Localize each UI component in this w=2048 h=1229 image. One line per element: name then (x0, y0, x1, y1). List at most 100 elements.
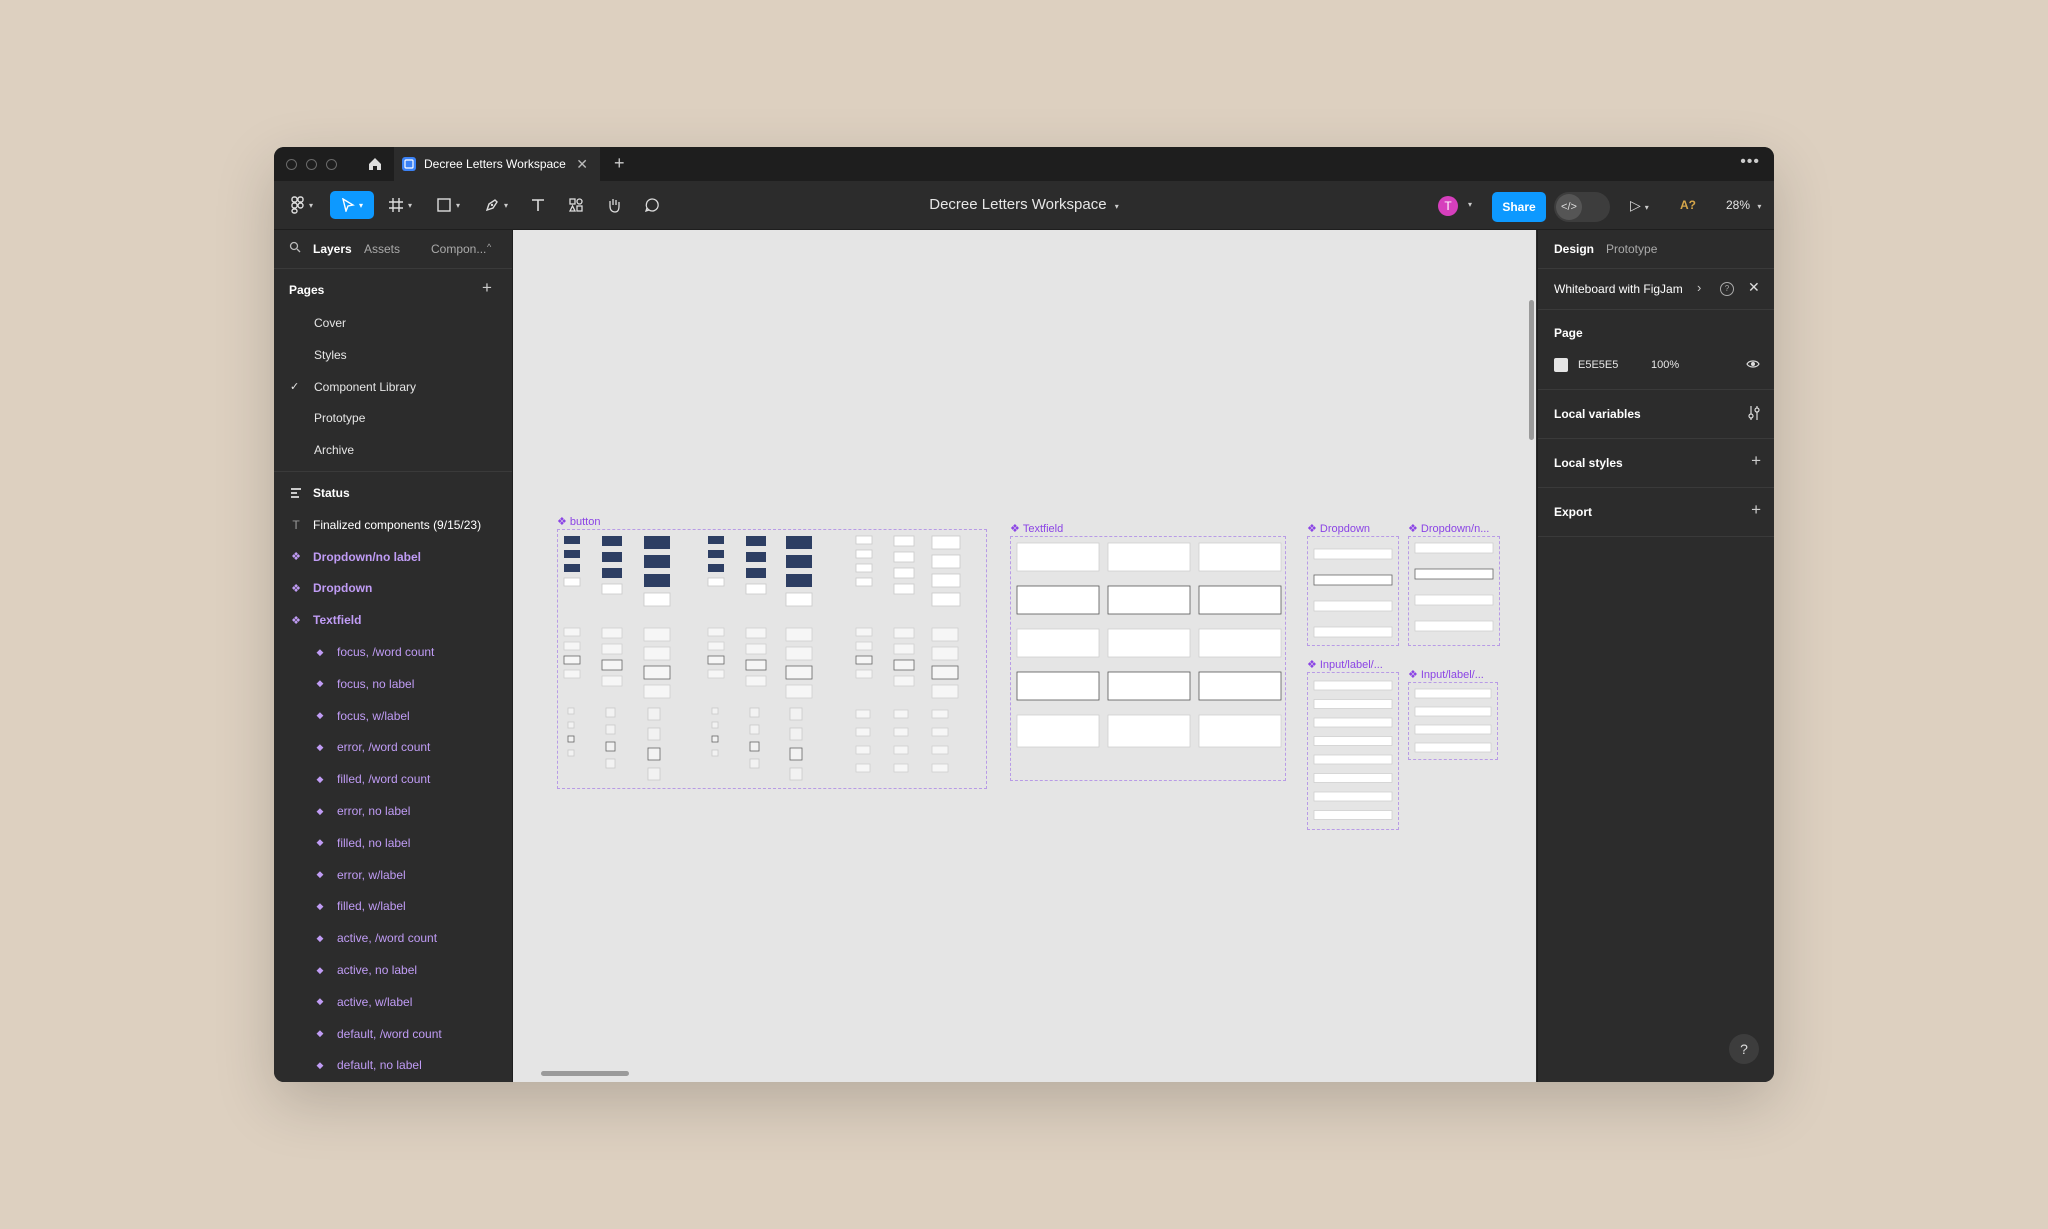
layer-item[interactable]: ❖ Dropdown/no label (274, 542, 512, 572)
button-thumbnail (745, 643, 767, 655)
button-thumbnail (707, 577, 725, 587)
frame-label-input-label-2[interactable]: ❖ Input/label/... (1408, 668, 1484, 682)
chevron-down-icon: ▾ (1114, 202, 1119, 211)
dev-mode-toggle[interactable]: </> (1554, 192, 1610, 222)
accessibility-check-button[interactable]: A? (1680, 198, 1696, 212)
share-button[interactable]: Share (1492, 192, 1546, 222)
layer-item[interactable]: ◆ focus, /word count (274, 637, 512, 667)
frame-label-dropdown[interactable]: ❖ Dropdown (1307, 522, 1370, 536)
chevron-right-icon[interactable]: › (1697, 280, 1701, 295)
pages-heading: Pages (289, 283, 325, 297)
button-thumbnail (931, 554, 961, 569)
close-tab-icon[interactable]: ✕ (576, 156, 588, 173)
local-variables-section[interactable]: Local variables (1538, 390, 1774, 439)
button-thumbnail (602, 568, 622, 578)
avatar[interactable]: T (1438, 196, 1458, 216)
layer-label: filled, w/label (337, 899, 406, 914)
icon-button-thumbnail (749, 707, 760, 718)
page-item-cover[interactable]: Cover (314, 316, 346, 330)
button-thumbnail (785, 646, 813, 661)
variables-icon[interactable] (1747, 405, 1761, 426)
document-title[interactable]: Decree Letters Workspace ▾ (274, 196, 1774, 213)
button-thumbnail (601, 583, 623, 595)
tab-assets[interactable]: Assets (364, 242, 400, 256)
tab-design[interactable]: Design (1554, 242, 1594, 256)
tab-layers[interactable]: Layers (313, 242, 352, 256)
chevron-down-icon[interactable]: ▾ (1468, 200, 1472, 209)
button-thumbnail (893, 727, 909, 737)
frame-input-label-1[interactable] (1307, 672, 1399, 830)
frame-input-label-2[interactable] (1408, 682, 1498, 760)
present-button[interactable]: ▷ ▾ (1630, 197, 1649, 214)
frame-textfield[interactable] (1010, 536, 1286, 781)
layer-item[interactable]: ◆ focus, w/label (274, 701, 512, 731)
page-opacity[interactable]: 100% (1651, 359, 1679, 371)
tab-document[interactable]: Decree Letters Workspace ✕ (394, 147, 600, 181)
icon-button-thumbnail (711, 749, 719, 757)
search-icon[interactable] (289, 241, 301, 256)
button-thumbnail (855, 745, 871, 755)
input-label-preview (1313, 680, 1393, 820)
button-thumbnail (708, 550, 724, 558)
frame-label-textfield[interactable]: ❖ Textfield (1010, 522, 1063, 536)
page-item-styles[interactable]: Styles (314, 348, 347, 362)
add-export-icon[interactable]: + (1751, 500, 1761, 520)
layer-label: error, w/label (337, 867, 406, 882)
layer-item[interactable]: Status (274, 478, 512, 508)
figjam-banner[interactable]: Whiteboard with FigJam › ? ✕ (1538, 269, 1774, 310)
zoom-menu[interactable]: 28% ▾ (1726, 198, 1761, 212)
layer-item[interactable]: ◆ active, w/label (274, 987, 512, 1017)
home-icon[interactable] (362, 153, 388, 175)
help-button[interactable]: ? (1729, 1034, 1759, 1064)
tab-prototype[interactable]: Prototype (1606, 242, 1657, 256)
help-icon[interactable]: ? (1720, 282, 1734, 296)
frame-label-button[interactable]: ❖ button (557, 515, 600, 529)
horizontal-scrollbar[interactable] (541, 1071, 629, 1076)
button-thumbnail (602, 552, 622, 562)
eye-icon[interactable] (1746, 357, 1760, 376)
page-item-archive[interactable]: Archive (314, 443, 354, 457)
tab-components-page[interactable]: Compon... (431, 242, 486, 256)
frame-button[interactable] (557, 529, 987, 789)
app-window: Decree Letters Workspace ✕ + ••• ▾ ▾ ▾ ▾… (274, 147, 1774, 1082)
layer-item[interactable]: ❖ Dropdown (274, 573, 512, 603)
layer-item[interactable]: ◆ active, /word count (274, 923, 512, 953)
close-icon[interactable]: ✕ (1748, 279, 1760, 296)
vertical-scrollbar[interactable] (1529, 300, 1534, 440)
layer-item[interactable]: T Finalized components (9/15/23) (274, 510, 512, 540)
chevron-up-icon[interactable]: ^ (487, 242, 491, 252)
close-window-button[interactable] (286, 159, 297, 170)
layer-item[interactable]: ◆ default, /word count (274, 1019, 512, 1049)
textfield-thumbnail (1107, 628, 1191, 658)
button-thumbnail (855, 669, 873, 679)
icon-button-thumbnail (647, 747, 661, 761)
icon-button-thumbnail (749, 724, 760, 735)
page-color-swatch[interactable] (1554, 358, 1568, 372)
button-thumbnail (893, 583, 915, 595)
new-tab-icon[interactable]: + (614, 153, 625, 174)
page-item-component-library[interactable]: Component Library (314, 380, 416, 394)
minimize-window-button[interactable] (306, 159, 317, 170)
layer-item[interactable]: ❖ Textfield (274, 605, 512, 635)
layer-item[interactable]: ◆ filled, /word count (274, 764, 512, 794)
frame-dropdown-no-label[interactable] (1408, 536, 1500, 646)
layer-item[interactable]: ◆ error, no label (274, 796, 512, 826)
layer-item[interactable]: ◆ default, no label (274, 1050, 512, 1080)
layer-item[interactable]: ◆ filled, no label (274, 828, 512, 858)
frame-label-dropdown-no-label[interactable]: ❖ Dropdown/n... (1408, 522, 1489, 536)
frame-label-input-label-1[interactable]: ❖ Input/label/... (1307, 658, 1383, 672)
layer-item[interactable]: ◆ error, w/label (274, 860, 512, 890)
layer-item[interactable]: ◆ focus, no label (274, 669, 512, 699)
add-style-icon[interactable]: + (1751, 451, 1761, 471)
layer-item[interactable]: ◆ error, /word count (274, 732, 512, 762)
maximize-window-button[interactable] (326, 159, 337, 170)
more-options-icon[interactable]: ••• (1740, 153, 1760, 171)
canvas[interactable]: ❖ button ❖ Textfield ❖ Dropdown ❖ Dropdown/n… (513, 230, 1536, 1082)
page-color-hex[interactable]: E5E5E5 (1578, 359, 1618, 371)
layer-label: focus, w/label (337, 708, 410, 723)
page-item-prototype[interactable]: Prototype (314, 411, 365, 425)
add-page-icon[interactable]: + (482, 278, 492, 298)
layer-item[interactable]: ◆ active, no label (274, 955, 512, 985)
layer-item[interactable]: ◆ filled, w/label (274, 891, 512, 921)
frame-dropdown[interactable] (1307, 536, 1399, 646)
